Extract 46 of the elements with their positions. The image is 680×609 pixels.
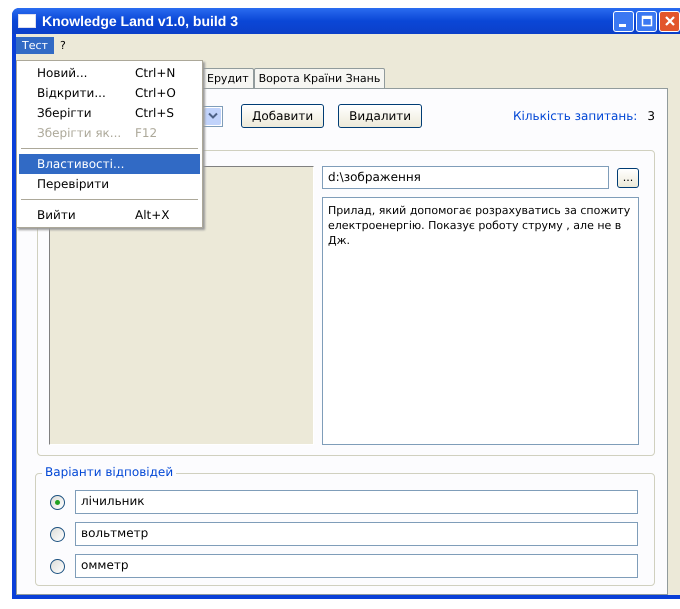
minimize-icon (618, 24, 626, 27)
menu-item[interactable]: Вийти Alt+X (19, 205, 200, 225)
menu-item-label: Зберігти як... (37, 126, 122, 140)
menu-item-label: Зберігти (37, 106, 93, 120)
maximize-button[interactable] (636, 10, 657, 32)
toolbar-button[interactable]: Добавити (241, 104, 324, 128)
maximize-icon (640, 15, 652, 28)
menu-item[interactable]: Тест (16, 36, 54, 54)
question-text-area[interactable]: Прилад, який допомогає розрахуватись за спожиту електроенергію. Показує роботу струму , але не в Дж. (322, 197, 639, 445)
close-button[interactable] (659, 10, 680, 32)
close-icon (664, 15, 676, 28)
shortcut-label: F12 (135, 126, 158, 140)
answer-field[interactable]: вольтметр (75, 522, 638, 546)
minimize-button[interactable] (613, 10, 634, 32)
question-count-label: Кількість запитань: (513, 109, 638, 123)
question-count: 3 (647, 109, 655, 123)
menu-item-label: Вийти (37, 208, 77, 222)
window-icon (18, 14, 36, 28)
shortcut-label: Alt+X (135, 208, 170, 222)
dropdown-arrow-button[interactable] (204, 108, 221, 124)
group-legend: Варіанти відповідей (42, 465, 176, 479)
menu-item[interactable]: Відкрити... Ctrl+O (19, 83, 200, 103)
image-path-field[interactable]: d:\зображення (322, 166, 609, 189)
shortcut-label: Ctrl+N (135, 66, 176, 80)
radio-button[interactable] (50, 526, 65, 542)
menu-item[interactable]: Зберігти Ctrl+S (19, 103, 200, 123)
shortcut-label: Ctrl+S (135, 106, 174, 120)
menu-item-label: Новий... (37, 66, 88, 80)
tab[interactable]: Ерудит (202, 68, 254, 88)
menu-item[interactable]: Перевірити (19, 174, 200, 194)
browse-button[interactable]: ... (617, 168, 639, 188)
shortcut-label: Ctrl+O (135, 86, 176, 100)
toolbar-button[interactable]: Видалити (338, 104, 422, 128)
menu-item-label: Відкрити... (37, 86, 107, 100)
answer-field[interactable]: лічильник (75, 490, 638, 514)
menu-item[interactable]: Новий... Ctrl+N (19, 63, 200, 83)
radio-button[interactable] (50, 558, 65, 574)
menu-item[interactable]: Властивості... (19, 154, 200, 174)
chevron-down-icon (208, 112, 218, 120)
menu-item[interactable]: ? (54, 36, 72, 54)
radio-button[interactable] (50, 494, 65, 510)
window-title: Knowledge Land v1.0, build 3 (42, 13, 238, 30)
tab[interactable]: Ворота Країни Знань (254, 68, 386, 88)
menu-item-label: Перевірити (37, 177, 110, 191)
answer-field[interactable]: омметр (75, 554, 638, 578)
menu-item-label: Властивості... (37, 157, 126, 171)
